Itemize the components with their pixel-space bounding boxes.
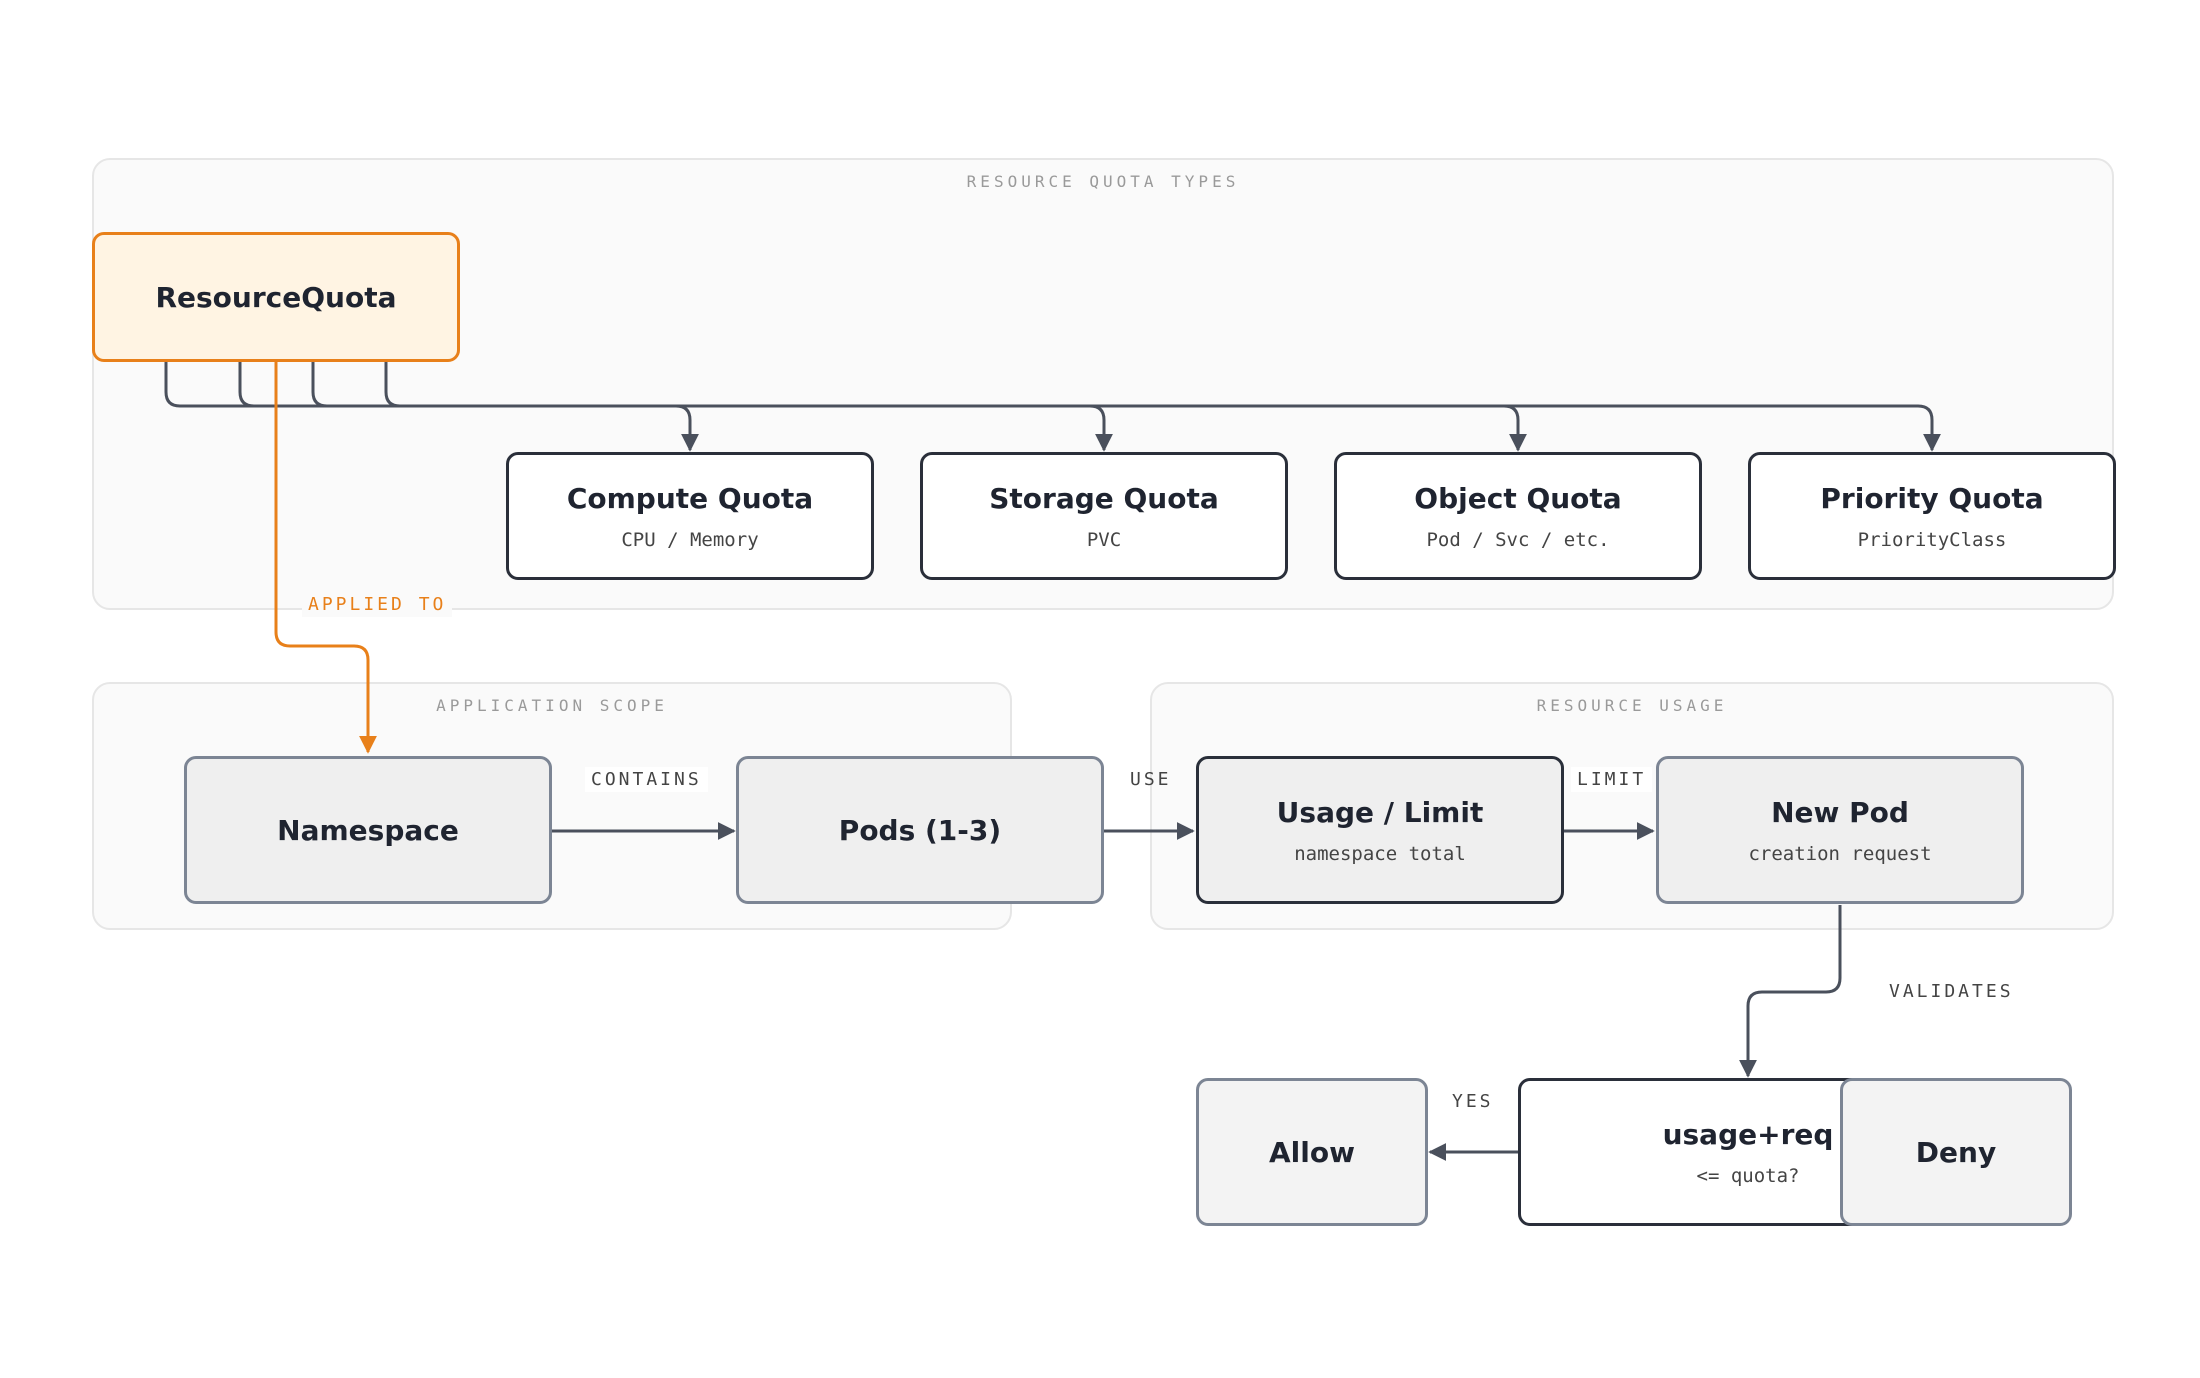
node-subtitle: PVC	[1086, 528, 1122, 551]
node-title: Allow	[1269, 1135, 1355, 1169]
node-title: Compute Quota	[566, 481, 814, 515]
node-subtitle: namespace total	[1294, 842, 1466, 865]
node-subtitle: PriorityClass	[1857, 528, 2007, 551]
edge-label-limit: LIMIT	[1571, 767, 1653, 792]
node-title: Usage / Limit	[1276, 795, 1484, 829]
node-allow[interactable]: Allow	[1196, 1078, 1428, 1226]
node-object-quota[interactable]: Object Quota Pod / Svc / etc.	[1334, 452, 1702, 580]
node-pods[interactable]: Pods (1-3)	[736, 756, 1104, 904]
node-title: usage+req	[1662, 1117, 1834, 1151]
edge-label-yes: YES	[1446, 1089, 1500, 1114]
node-compute-quota[interactable]: Compute Quota CPU / Memory	[506, 452, 874, 580]
edge-label-use: USE	[1130, 769, 1172, 790]
edge-label-validates: VALIDATES	[1883, 979, 2020, 1004]
node-title: Deny	[1915, 1135, 1997, 1169]
node-subtitle: creation request	[1748, 842, 1932, 865]
edge-applied-to	[274, 362, 377, 754]
node-title: Namespace	[277, 813, 459, 847]
node-subtitle: Pod / Svc / etc.	[1426, 528, 1610, 551]
node-title: ResourceQuota	[155, 280, 397, 314]
node-title: Pods (1-3)	[838, 813, 1002, 847]
node-title: Priority Quota	[1820, 481, 2044, 515]
edge-label-contains: CONTAINS	[585, 767, 708, 792]
node-namespace[interactable]: Namespace	[184, 756, 552, 904]
node-new-pod[interactable]: New Pod creation request	[1656, 756, 2024, 904]
node-resourcequota[interactable]: ResourceQuota	[92, 232, 460, 362]
edge-label-applied-to: APPLIED TO	[302, 592, 453, 617]
node-deny[interactable]: Deny	[1840, 1078, 2072, 1226]
node-title: Storage Quota	[989, 481, 1219, 515]
node-subtitle: <= quota?	[1696, 1164, 1800, 1187]
node-subtitle: CPU / Memory	[621, 528, 759, 551]
node-priority-quota[interactable]: Priority Quota PriorityClass	[1748, 452, 2116, 580]
edge-newpod-check	[1739, 905, 1842, 1078]
node-title: Object Quota	[1414, 481, 1622, 515]
node-storage-quota[interactable]: Storage Quota PVC	[920, 452, 1288, 580]
node-usage-limit[interactable]: Usage / Limit namespace total	[1196, 756, 1564, 904]
diagram-canvas: RESOURCE QUOTA TYPES APPLICATION SCOPE R…	[0, 0, 2200, 1378]
node-title: New Pod	[1771, 795, 1909, 829]
edge-quota-priority	[384, 362, 1941, 452]
